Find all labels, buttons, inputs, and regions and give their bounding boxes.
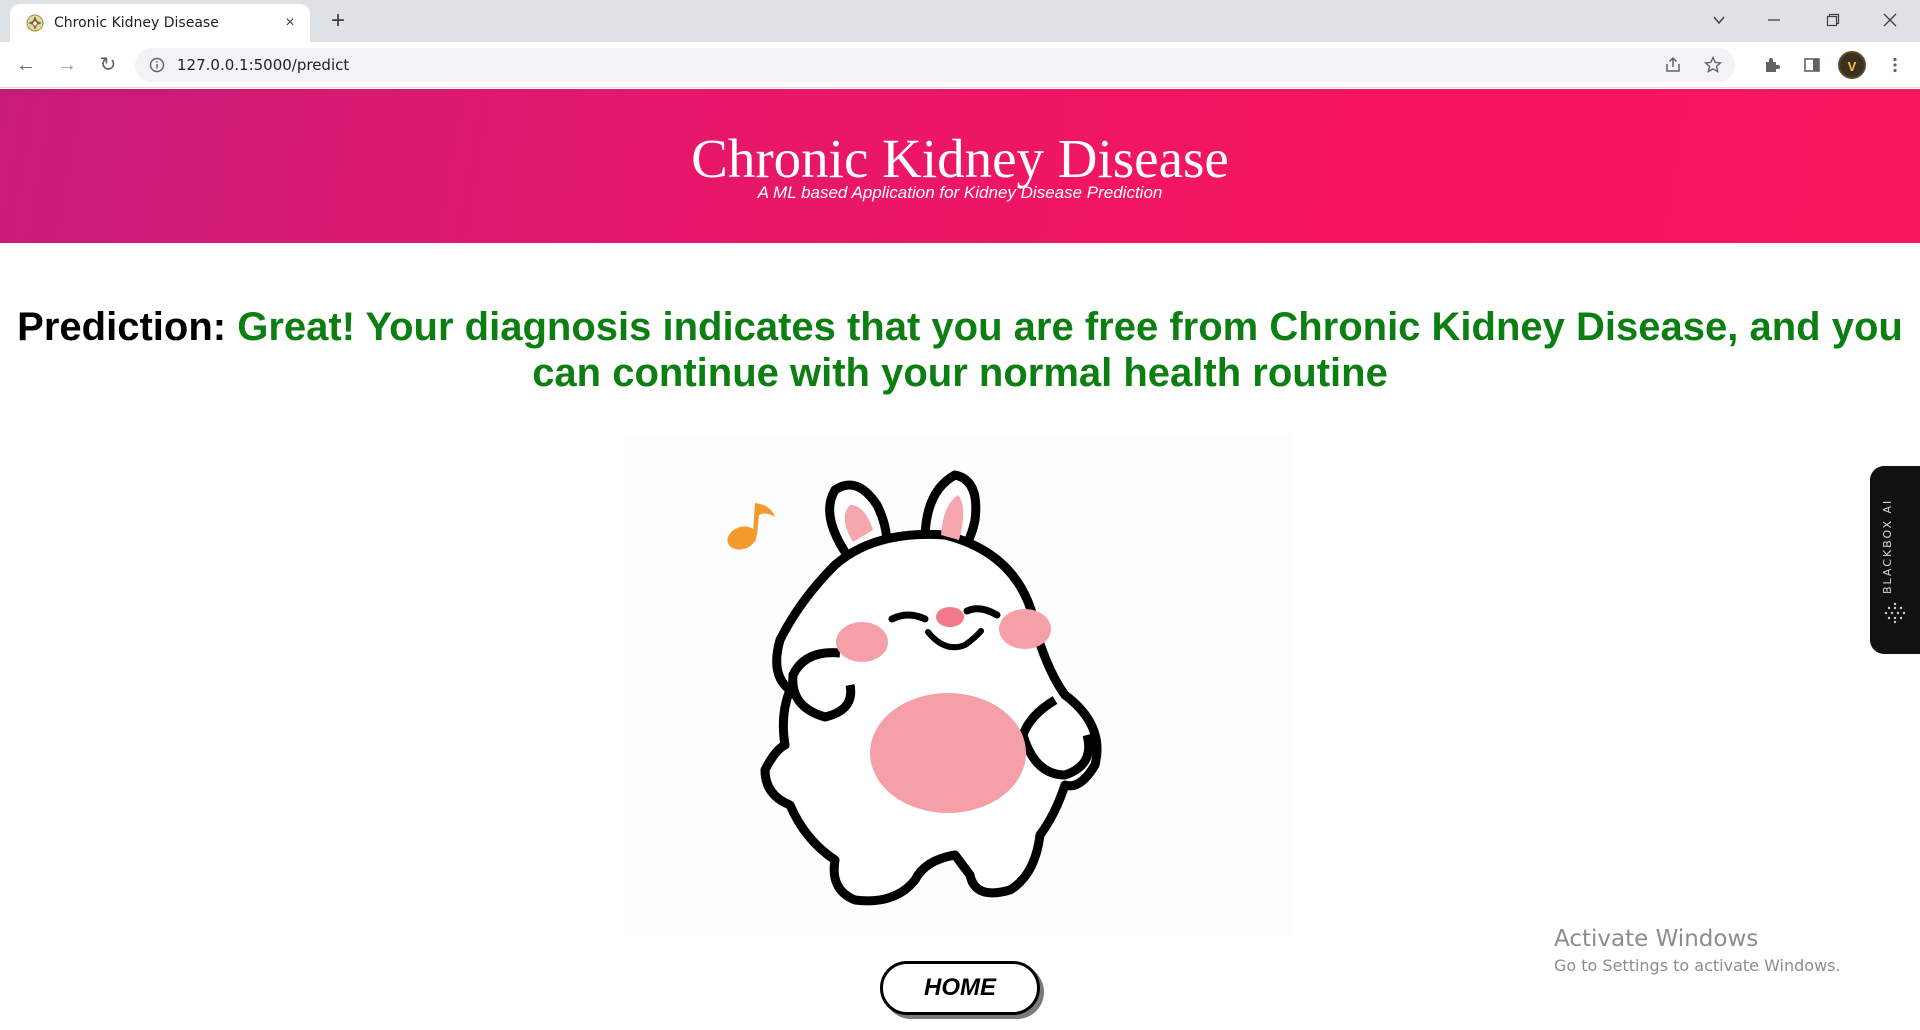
blackbox-logo-icon (1884, 602, 1906, 624)
page-subtitle: A ML based Application for Kidney Diseas… (757, 183, 1163, 202)
reload-icon[interactable]: ↻ (94, 51, 122, 79)
prediction-result: Great! Your diagnosis indicates that you… (237, 305, 1903, 395)
page-content: Chronic Kidney Disease A ML based Applic… (0, 89, 1920, 1030)
prediction-message: Prediction: Great! Your diagnosis indica… (10, 304, 1910, 396)
close-window-icon[interactable] (1874, 6, 1906, 34)
restore-icon[interactable] (1817, 6, 1849, 34)
extensions-icon[interactable] (1759, 52, 1785, 78)
forward-icon[interactable]: → (53, 51, 81, 79)
profile-avatar[interactable]: V (1838, 51, 1866, 79)
tab-close-icon[interactable]: × (280, 13, 300, 33)
watermark-title: Activate Windows (1554, 926, 1759, 952)
back-icon[interactable]: ← (12, 51, 40, 79)
address-bar[interactable]: 127.0.0.1:5000/predict (135, 48, 1735, 82)
home-button[interactable]: HOME (880, 961, 1040, 1015)
url-text[interactable]: 127.0.0.1:5000/predict (177, 56, 349, 74)
tab-search-icon[interactable] (1703, 6, 1735, 34)
activate-windows-watermark: Activate Windows Go to Settings to activ… (1554, 926, 1841, 975)
minimize-icon[interactable] (1758, 6, 1790, 34)
dancing-bunny-image (625, 435, 1293, 935)
share-icon[interactable] (1662, 54, 1684, 76)
star-icon[interactable] (1702, 54, 1724, 76)
watermark-subtitle: Go to Settings to activate Windows. (1554, 956, 1841, 975)
prediction-label: Prediction: (17, 305, 227, 349)
hero-banner: Chronic Kidney Disease A ML based Applic… (0, 89, 1920, 243)
browser-tab-bar: Chronic Kidney Disease × + (0, 0, 1920, 42)
site-info-icon[interactable] (149, 57, 165, 73)
blackbox-ai-label: BLACKBOX AI (1881, 498, 1894, 594)
new-tab-icon[interactable]: + (325, 8, 351, 34)
browser-toolbar: ← → ↻ 127.0.0.1:5000/predict V (0, 42, 1920, 88)
kidney-logo-icon (26, 14, 44, 32)
bunny-illustration (727, 470, 1102, 906)
tab-title: Chronic Kidney Disease (54, 15, 219, 31)
music-note-icon (727, 503, 775, 550)
blackbox-ai-widget[interactable]: BLACKBOX AI (1870, 466, 1920, 654)
side-panel-icon[interactable] (1799, 52, 1825, 78)
browser-tab[interactable]: Chronic Kidney Disease × (10, 4, 310, 42)
menu-icon[interactable] (1882, 52, 1908, 78)
page-title: Chronic Kidney Disease (691, 128, 1229, 189)
